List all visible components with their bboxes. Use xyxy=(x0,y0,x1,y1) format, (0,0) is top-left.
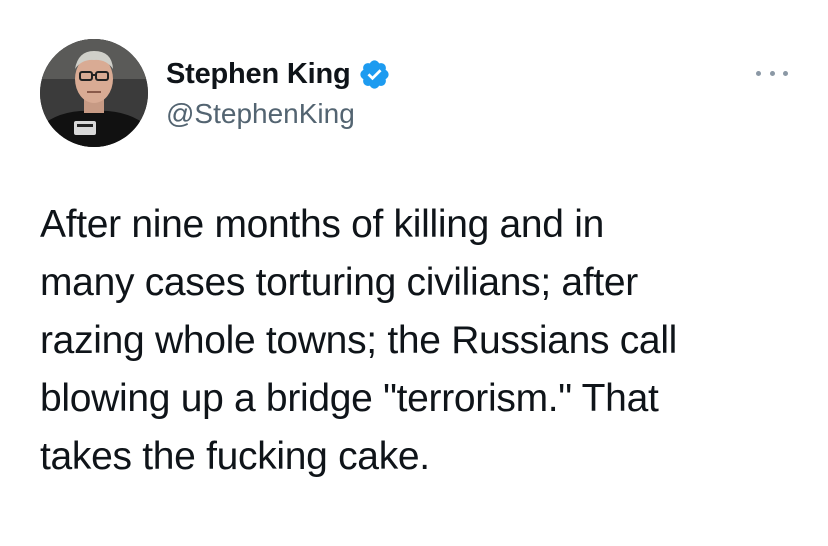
verified-badge-icon xyxy=(359,59,389,89)
more-dot xyxy=(783,70,788,76)
tweet-text: After nine months of killing and in many… xyxy=(40,203,678,478)
tweet-card: Stephen King @StephenKing After nine mon… xyxy=(0,0,828,546)
more-horizontal-icon[interactable] xyxy=(752,64,792,82)
more-dot xyxy=(756,70,761,76)
more-dot xyxy=(769,70,775,76)
avatar-image xyxy=(40,39,148,147)
display-name[interactable]: Stephen King xyxy=(166,56,351,92)
user-handle[interactable]: @StephenKing xyxy=(166,97,355,131)
avatar[interactable] xyxy=(40,39,148,147)
display-name-row[interactable]: Stephen King xyxy=(166,56,391,92)
